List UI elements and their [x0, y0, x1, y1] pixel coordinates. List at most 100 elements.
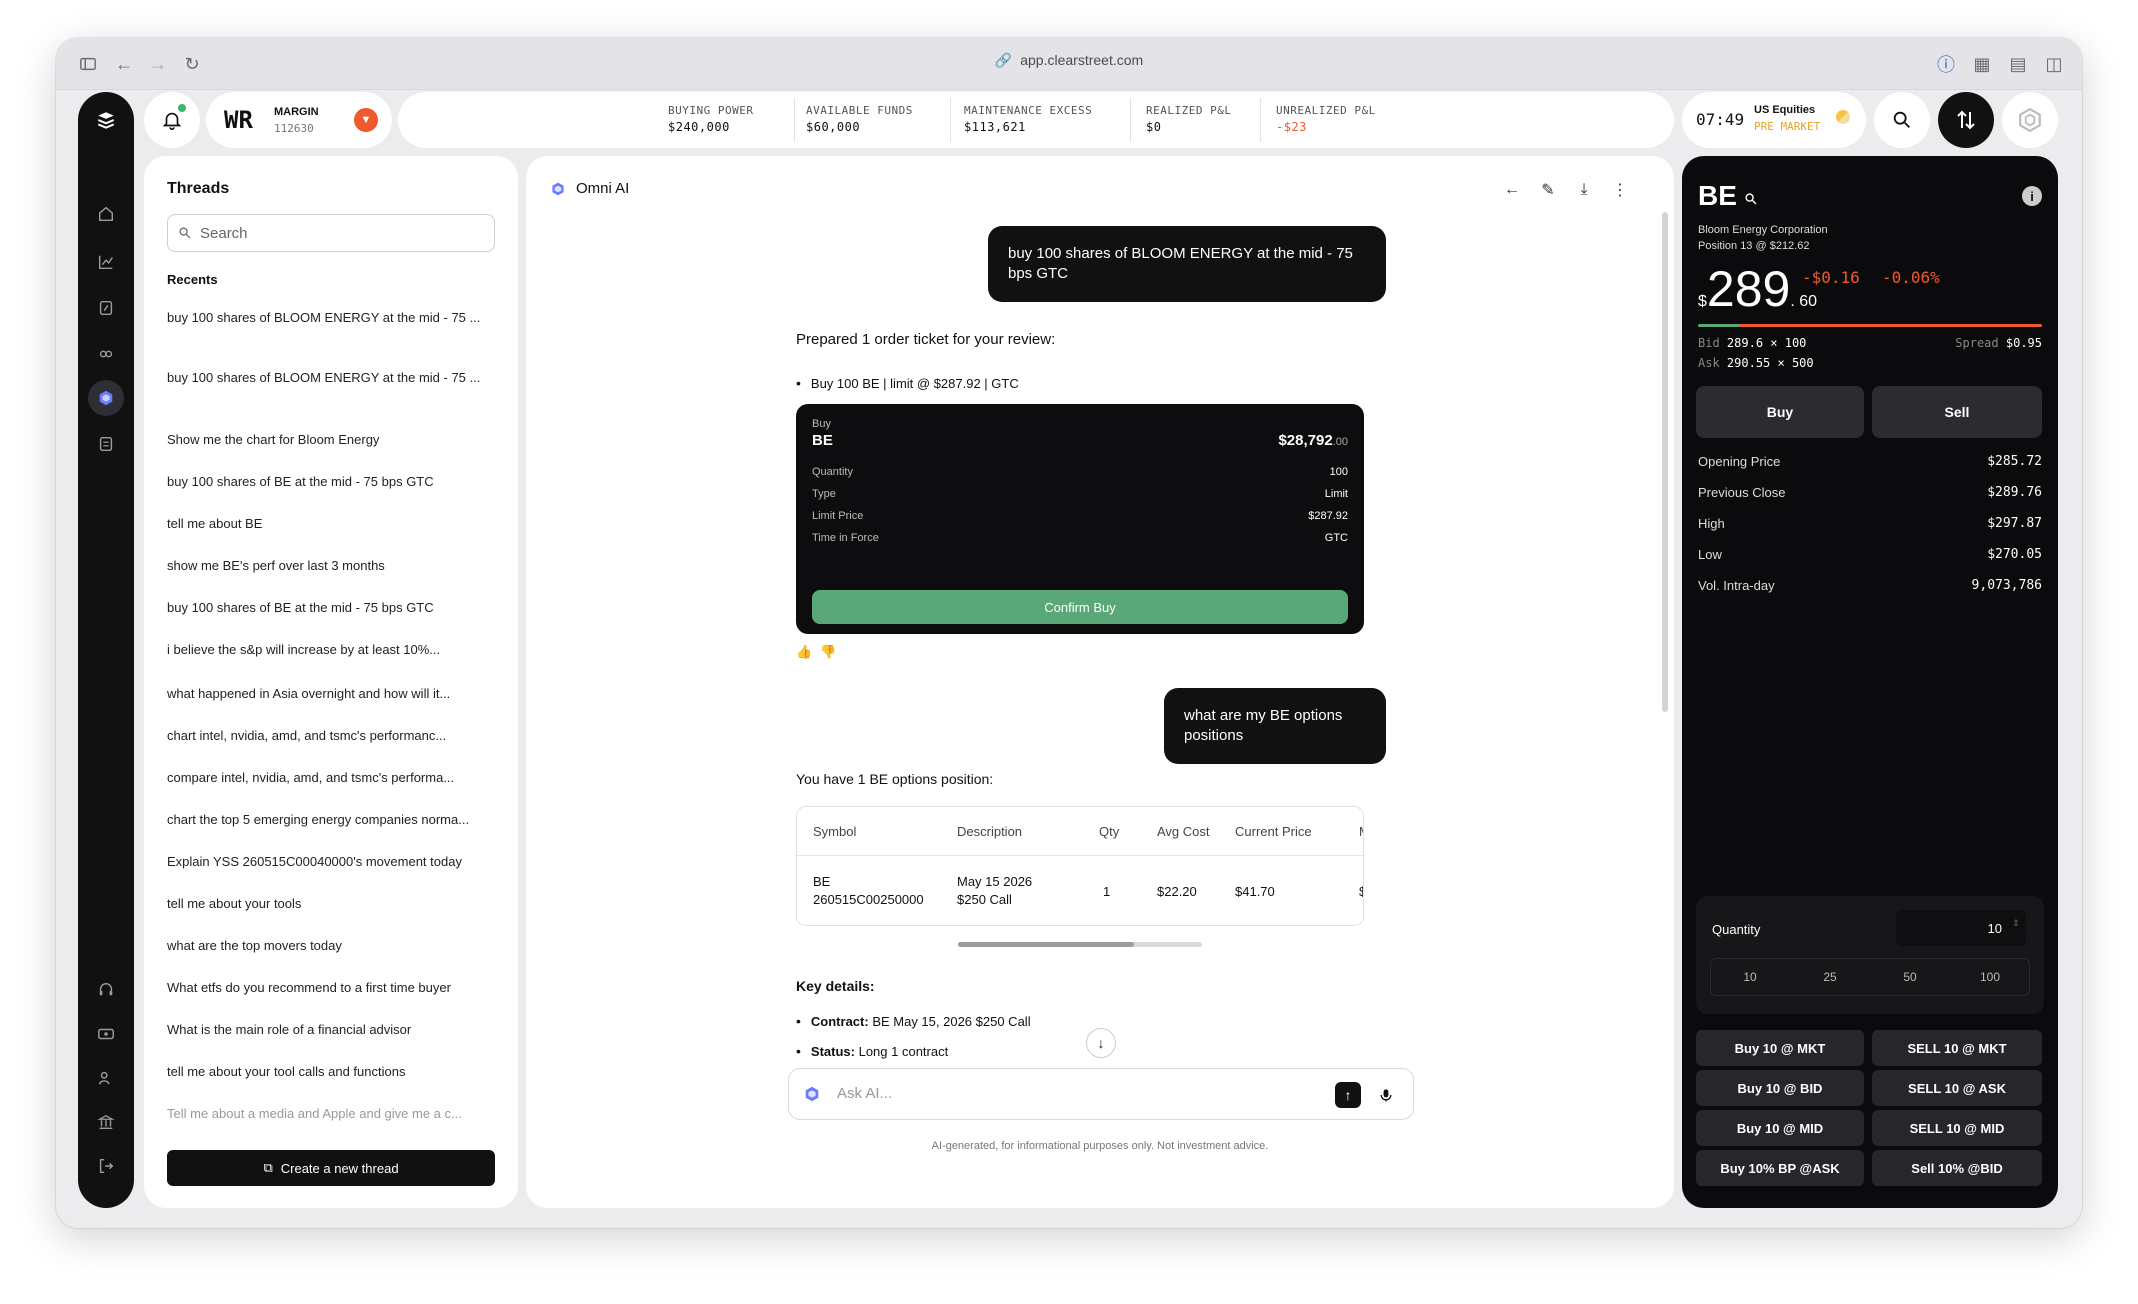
thread-item[interactable]: what are the top movers today: [167, 936, 497, 955]
thread-item[interactable]: tell me about BE: [167, 514, 497, 533]
threads-panel: Threads Search Recents buy 100 shares of…: [144, 156, 518, 1208]
quick-buy-mkt-button[interactable]: Buy 10 @ MKT: [1696, 1030, 1864, 1066]
thread-item[interactable]: buy 100 shares of BLOOM ENERGY at the mi…: [167, 368, 497, 387]
quantity-input[interactable]: 10: [1896, 910, 2026, 946]
thread-item[interactable]: buy 100 shares of BE at the mid - 75 bps…: [167, 598, 497, 617]
create-thread-button[interactable]: ⧉ Create a new thread: [167, 1150, 495, 1186]
thread-item[interactable]: compare intel, nvidia, amd, and tsmc's p…: [167, 768, 497, 787]
quick-buy-mid-button[interactable]: Buy 10 @ MID: [1696, 1110, 1864, 1146]
stat-value: $60,000: [806, 120, 861, 134]
bid-row: Bid 289.6 × 100: [1698, 336, 1806, 350]
spread-value: $0.95: [2005, 336, 2042, 350]
thread-item[interactable]: What etfs do you recommend to a first ti…: [167, 978, 497, 997]
thread-item[interactable]: chart the top 5 emerging energy companie…: [167, 810, 497, 829]
ticket-symbol: BE: [812, 432, 833, 449]
password-manager-icon[interactable]: ⓘ: [1934, 52, 1958, 76]
options-icon[interactable]: [78, 334, 134, 374]
send-icon[interactable]: ↑: [1335, 1082, 1361, 1108]
confirm-buy-button[interactable]: Confirm Buy: [812, 590, 1348, 624]
ask-ai-input[interactable]: Ask AI... ↑: [788, 1068, 1414, 1120]
thread-item[interactable]: i believe the s&p will increase by at le…: [167, 640, 497, 659]
ticket-row-value: Limit: [1324, 488, 1348, 500]
quote-symbol: BE: [1698, 180, 1737, 211]
thread-item[interactable]: Explain YSS 260515C00040000's movement t…: [167, 852, 497, 871]
stat-label: Previous Close: [1698, 485, 1786, 500]
payments-icon[interactable]: [78, 1014, 134, 1054]
download-icon[interactable]: ⤓: [1574, 180, 1594, 200]
extension-icon[interactable]: ▦: [1970, 52, 1994, 76]
info-icon[interactable]: i: [2022, 186, 2042, 206]
chart-icon[interactable]: [78, 242, 134, 282]
support-icon[interactable]: [78, 970, 134, 1010]
split-view-icon[interactable]: ◫: [2042, 52, 2066, 76]
notifications-button[interactable]: [144, 92, 200, 148]
reader-icon[interactable]: ▤: [2006, 52, 2030, 76]
thread-item[interactable]: Tell me about a media and Apple and give…: [167, 1104, 497, 1123]
chat-header: Omni AI: [550, 180, 629, 197]
quantity-preset[interactable]: 25: [1790, 958, 1870, 996]
stat-row: Vol. Intra-day 9,073,786: [1698, 578, 2042, 593]
quick-buy-bid-button[interactable]: Buy 10 @ BID: [1696, 1070, 1864, 1106]
quote-price: $289. 60: [1698, 260, 1817, 318]
quantity-preset[interactable]: 10: [1710, 958, 1790, 996]
bank-icon[interactable]: [78, 1102, 134, 1142]
quick-sell-ask-button[interactable]: SELL 10 @ ASK: [1872, 1070, 2042, 1106]
browser-window: ← → ↻ 🔗 app.clearstreet.com ⓘ ▦ ▤ ◫ WR MA…: [56, 38, 2082, 1228]
ticket-total: $28,792.00: [1278, 432, 1348, 449]
chat-scrollbar[interactable]: [1662, 212, 1668, 712]
thread-item[interactable]: buy 100 shares of BLOOM ENERGY at the mi…: [167, 308, 497, 327]
quick-sell-mid-button[interactable]: SELL 10 @ MID: [1872, 1110, 2042, 1146]
thread-item[interactable]: chart intel, nvidia, amd, and tsmc's per…: [167, 726, 497, 745]
stat-label: REALIZED P&L: [1146, 104, 1232, 117]
microphone-icon[interactable]: [1375, 1084, 1397, 1106]
quantity-preset[interactable]: 50: [1870, 958, 1950, 996]
symbol-search-icon[interactable]: [1744, 192, 1758, 206]
brand-button[interactable]: [2002, 92, 2058, 148]
table-horizontal-scrollbar[interactable]: [958, 942, 1202, 947]
stat-label: Opening Price: [1698, 454, 1781, 469]
sell-button[interactable]: Sell: [1872, 386, 2042, 438]
app-logo-icon[interactable]: [86, 100, 126, 140]
documents-icon[interactable]: [78, 424, 134, 464]
detail-value: BE May 15, 2026 $250 Call: [872, 1014, 1031, 1029]
thread-item[interactable]: Show me the chart for Bloom Energy: [167, 430, 497, 449]
home-icon[interactable]: [78, 194, 134, 234]
order-ticket: Buy BE $28,792.00 Quantity 100 Type Limit …: [796, 404, 1364, 634]
chevron-down-icon[interactable]: ▼: [354, 108, 378, 132]
more-options-icon[interactable]: ⋮: [1610, 180, 1630, 200]
thumbs-up-icon[interactable]: 👍: [796, 644, 812, 660]
thread-item[interactable]: what happened in Asia overnight and how …: [167, 684, 497, 703]
ticket-side: Buy: [812, 418, 831, 430]
account-selector[interactable]: WR MARGIN 112630 ▼: [206, 92, 392, 148]
address-bar[interactable]: 🔗 app.clearstreet.com: [56, 52, 2082, 69]
thread-item[interactable]: What is the main role of a financial adv…: [167, 1020, 497, 1039]
quantity-preset[interactable]: 100: [1950, 958, 2030, 996]
spread: Spread $0.95: [1955, 336, 2042, 350]
stepper-icon[interactable]: ⇕: [2012, 918, 2020, 929]
back-arrow-icon[interactable]: ←: [1502, 180, 1522, 200]
quick-sell-mkt-button[interactable]: SELL 10 @ MKT: [1872, 1030, 2042, 1066]
thread-item[interactable]: tell me about your tools: [167, 894, 497, 913]
quick-sell-pct-button[interactable]: Sell 10% @BID: [1872, 1150, 2042, 1186]
ask-value: 290.55 × 500: [1726, 356, 1814, 370]
browser-toolbar: ← → ↻ 🔗 app.clearstreet.com ⓘ ▦ ▤ ◫: [56, 38, 2082, 90]
global-search-button[interactable]: [1874, 92, 1930, 148]
watchlist-icon[interactable]: [78, 288, 134, 328]
trade-button[interactable]: [1938, 92, 1994, 148]
buy-button[interactable]: Buy: [1696, 386, 1864, 438]
company-name: Bloom Energy Corporation: [1698, 224, 1828, 236]
users-icon[interactable]: [78, 1058, 134, 1098]
thread-item[interactable]: buy 100 shares of BE at the mid - 75 bps…: [167, 472, 497, 491]
scrollbar-thumb[interactable]: [958, 942, 1134, 947]
thumbs-down-icon[interactable]: 👎: [820, 644, 836, 660]
edit-icon[interactable]: ✎: [1538, 180, 1558, 200]
thread-item[interactable]: tell me about your tool calls and functi…: [167, 1062, 497, 1081]
omni-ai-nav-icon[interactable]: [78, 378, 134, 418]
scroll-down-icon[interactable]: ↓: [1086, 1028, 1116, 1058]
thread-item[interactable]: show me BE's perf over last 3 months: [167, 556, 497, 575]
price-decimal: . 60: [1790, 293, 1818, 310]
logout-icon[interactable]: [78, 1146, 134, 1186]
quick-buy-pct-bp-button[interactable]: Buy 10% BP @ASK: [1696, 1150, 1864, 1186]
thread-search-input[interactable]: Search: [167, 214, 495, 252]
spread-label: Spread: [1955, 336, 1999, 350]
